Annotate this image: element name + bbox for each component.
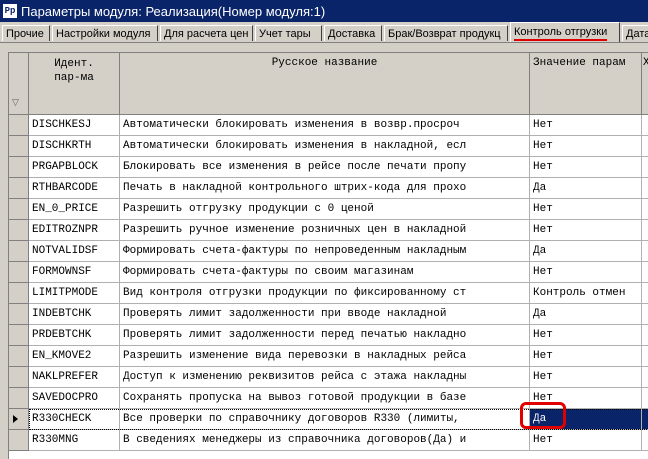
cell-extra[interactable] [642, 325, 648, 346]
tab-date[interactable]: Дата [622, 25, 648, 41]
tab-shipment-control[interactable]: Контроль отгрузки [510, 22, 620, 42]
row-indicator[interactable] [9, 178, 29, 199]
row-indicator[interactable] [9, 304, 29, 325]
current-row-arrow-icon [13, 415, 18, 423]
cell-extra[interactable] [642, 409, 648, 430]
cell-name[interactable]: Формировать счета-фактуры по своим магаз… [120, 262, 530, 283]
cell-name[interactable]: Разрешить изменение вида перевозки в нак… [120, 346, 530, 367]
highlight-circle [520, 402, 566, 429]
row-indicator[interactable] [9, 388, 29, 409]
cell-extra[interactable] [642, 178, 648, 199]
tab-module-settings[interactable]: Настройки модуля [52, 25, 158, 41]
tab-prochie[interactable]: Прочие [2, 25, 50, 41]
cell-extra[interactable] [642, 157, 648, 178]
cell-ident[interactable]: NAKLPREFER [29, 367, 120, 388]
cell-ident[interactable]: PRDEBTCHK [29, 325, 120, 346]
cell-ident[interactable]: EDITROZNPR [29, 220, 120, 241]
cell-extra[interactable] [642, 136, 648, 157]
parameters-grid: ▽ Идент. пар-ма Русское название Значени… [8, 52, 648, 459]
row-indicator[interactable] [9, 346, 29, 367]
cell-ident[interactable]: PRGAPBLOCK [29, 157, 120, 178]
cell-name[interactable]: Автоматически блокировать изменения в во… [120, 115, 530, 136]
row-indicator[interactable] [9, 136, 29, 157]
cell-name[interactable]: Формировать счета-фактуры по непроведенн… [120, 241, 530, 262]
row-indicator[interactable] [9, 199, 29, 220]
row-indicator[interactable] [9, 262, 29, 283]
cell-extra[interactable] [642, 388, 648, 409]
cell-extra[interactable] [642, 430, 648, 451]
cell-value[interactable]: Да [530, 178, 642, 199]
cell-ident[interactable]: SAVEDOCPRO [29, 388, 120, 409]
cell-ident[interactable]: NOTVALIDSF [29, 241, 120, 262]
window-title: Параметры модуля: Реализация(Номер модул… [21, 3, 326, 19]
cell-value[interactable]: Нет [530, 157, 642, 178]
column-header-value[interactable]: Значение парам [530, 53, 642, 115]
cell-value[interactable]: Нет [530, 346, 642, 367]
cell-ident[interactable]: RTHBARCODE [29, 178, 120, 199]
row-indicator[interactable] [9, 115, 29, 136]
cell-extra[interactable] [642, 115, 648, 136]
cell-value[interactable]: Нет [530, 430, 642, 451]
cell-name[interactable]: В сведениях менеджеры из справочника дог… [120, 430, 530, 451]
cell-value[interactable]: Нет [530, 220, 642, 241]
cell-value[interactable]: Да [530, 304, 642, 325]
tab-delivery[interactable]: Доставка [324, 25, 382, 41]
cell-value[interactable]: Контроль отмен [530, 283, 642, 304]
cell-extra[interactable] [642, 346, 648, 367]
tab-tare-accounting[interactable]: Учет тары [255, 25, 322, 41]
column-header-extra[interactable]: Х [642, 53, 648, 115]
cell-name[interactable]: Блокировать все изменения в рейсе после … [120, 157, 530, 178]
cell-extra[interactable] [642, 367, 648, 388]
row-indicator[interactable] [9, 241, 29, 262]
header-indicator: ▽ [9, 53, 29, 115]
cell-name[interactable]: Разрешить ручное изменение розничных цен… [120, 220, 530, 241]
title-bar: Pp Параметры модуля: Реализация(Номер мо… [0, 0, 648, 22]
row-indicator[interactable] [9, 283, 29, 304]
cell-name[interactable]: Доступ к изменению реквизитов рейса с эт… [120, 367, 530, 388]
tab-defect-return[interactable]: Брак/Возврат продукц [384, 25, 508, 41]
cell-extra[interactable] [642, 199, 648, 220]
cell-name[interactable]: Автоматически блокировать изменения в на… [120, 136, 530, 157]
cell-name[interactable]: Вид контроля отгрузки продукции по фикси… [120, 283, 530, 304]
row-indicator[interactable] [9, 430, 29, 451]
cell-value[interactable]: Нет [530, 136, 642, 157]
row-indicator[interactable] [9, 325, 29, 346]
row-indicator[interactable] [9, 220, 29, 241]
cell-extra[interactable] [642, 241, 648, 262]
cell-name[interactable]: Разрешить отгрузку продукции с 0 ценой [120, 199, 530, 220]
cell-value[interactable]: Нет [530, 325, 642, 346]
cell-extra[interactable] [642, 283, 648, 304]
cell-ident[interactable]: LIMITPMODE [29, 283, 120, 304]
cell-name[interactable]: Проверять лимит задолженности при вводе … [120, 304, 530, 325]
row-indicator[interactable] [9, 409, 29, 430]
cell-ident[interactable]: EN_0_PRICE [29, 199, 120, 220]
cell-extra[interactable] [642, 304, 648, 325]
cell-extra[interactable] [642, 262, 648, 283]
cell-extra[interactable] [642, 220, 648, 241]
cell-name[interactable]: Печать в накладной контрольного штрих-ко… [120, 178, 530, 199]
cell-name[interactable]: Все проверки по справочнику договоров R3… [120, 409, 530, 430]
cell-value[interactable]: Нет [530, 262, 642, 283]
cell-value[interactable]: Нет [530, 115, 642, 136]
cell-ident[interactable]: INDEBTCHK [29, 304, 120, 325]
cell-value[interactable]: Нет [530, 367, 642, 388]
cell-ident[interactable]: R330MNG [29, 430, 120, 451]
cell-name[interactable]: Проверять лимит задолженности перед печа… [120, 325, 530, 346]
cell-ident[interactable]: R330CHECK [29, 409, 120, 430]
tab-price-calc[interactable]: Для расчета цен [160, 25, 253, 41]
cell-ident[interactable]: EN_KMOVE2 [29, 346, 120, 367]
cell-value[interactable]: Да [530, 241, 642, 262]
app-icon: Pp [3, 4, 17, 18]
cell-ident[interactable]: DISCHKRTH [29, 136, 120, 157]
tab-strip: Прочие Настройки модуля Для расчета цен … [0, 22, 648, 43]
cell-name[interactable]: Сохранять пропуска на вывоз готовой прод… [120, 388, 530, 409]
cell-value[interactable]: Нет [530, 199, 642, 220]
row-indicator[interactable] [9, 157, 29, 178]
cell-ident[interactable]: DISCHKESJ [29, 115, 120, 136]
column-header-ident[interactable]: Идент. пар-ма [29, 53, 120, 115]
row-indicator[interactable] [9, 367, 29, 388]
cell-ident[interactable]: FORMOWNSF [29, 262, 120, 283]
column-header-name[interactable]: Русское название [120, 53, 530, 115]
